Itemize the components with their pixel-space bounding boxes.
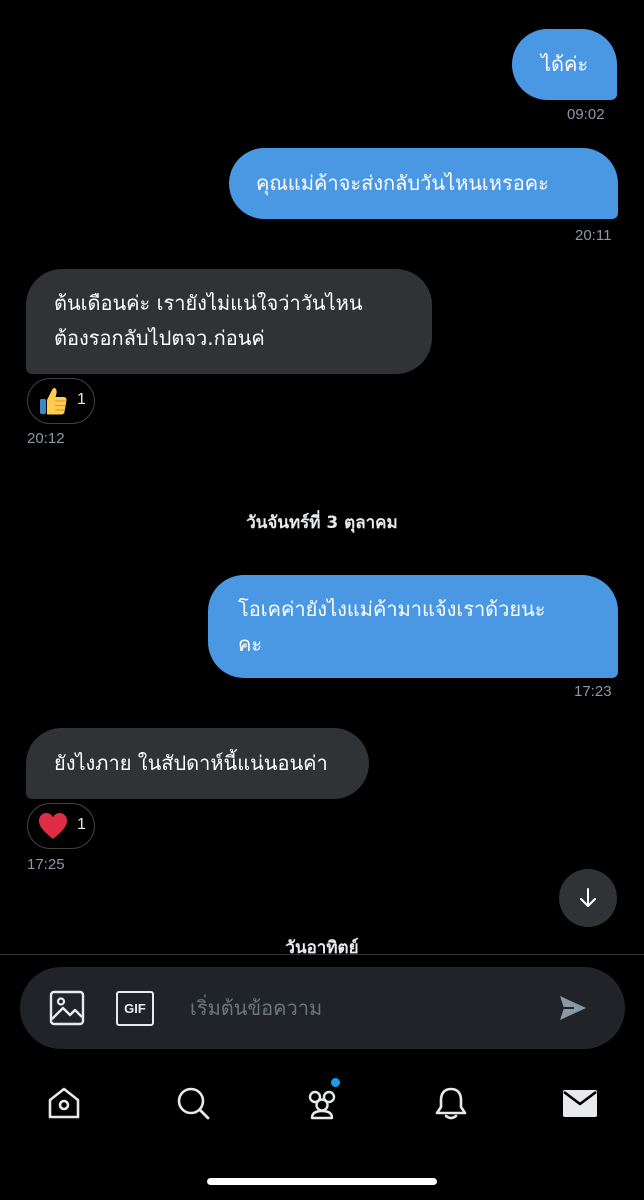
message-text-line: ต้องรอกลับไปตจว.ก่อนค่ xyxy=(54,326,265,350)
message-text-line: โอเคค่ายังไงแม่ค้ามาแจ้งเราด้วยนะ xyxy=(238,597,546,621)
mail-icon xyxy=(563,1090,597,1117)
tab-communities[interactable] xyxy=(297,1078,347,1128)
date-separator: วันจันทร์ที่ 3 ตุลาคม xyxy=(246,513,398,533)
send-icon[interactable] xyxy=(558,993,588,1023)
tab-home[interactable] xyxy=(39,1078,89,1128)
image-icon[interactable] xyxy=(49,990,85,1026)
message-timestamp: 20:12 xyxy=(27,430,65,447)
gif-label: GIF xyxy=(124,1001,146,1016)
home-indicator xyxy=(207,1178,437,1185)
message-reaction[interactable]: 1 xyxy=(27,803,95,849)
outgoing-message-bubble[interactable]: คุณแม่ค้าจะส่งกลับวันไหนเหรอคะ xyxy=(229,148,618,219)
outgoing-message-bubble[interactable]: ได้ค่ะ xyxy=(512,29,617,100)
scroll-to-bottom-button[interactable] xyxy=(559,869,617,927)
incoming-message-bubble[interactable]: ยังไงภาย ในสัปดาห์นี้แน่นอนค่า xyxy=(26,728,369,799)
reaction-count: 1 xyxy=(77,391,86,408)
heart-emoji-icon xyxy=(39,813,67,839)
message-timestamp: 17:23 xyxy=(574,683,612,700)
message-timestamp: 09:02 xyxy=(567,106,605,123)
outgoing-message-bubble[interactable]: โอเคค่ายังไงแม่ค้ามาแจ้งเราด้วยนะ คะ xyxy=(208,575,618,678)
message-timestamp: 17:25 xyxy=(27,856,65,873)
message-reaction[interactable]: 1 xyxy=(27,378,95,424)
date-separator: วันอาทิตย์ xyxy=(285,938,359,958)
reaction-count: 1 xyxy=(77,816,86,833)
gif-button[interactable]: GIF xyxy=(116,991,154,1026)
message-text: ได้ค่ะ xyxy=(541,52,589,76)
composer-divider xyxy=(0,954,644,955)
message-text: คุณแม่ค้าจะส่งกลับวันไหนเหรอคะ xyxy=(256,171,549,195)
tab-messages[interactable] xyxy=(555,1078,605,1128)
tab-search[interactable] xyxy=(168,1078,218,1128)
message-text-line: ต้นเดือนค่ะ เรายังไม่แน่ใจว่าวันไหน xyxy=(54,291,363,315)
home-icon xyxy=(48,1087,80,1119)
message-text: ยังไงภาย ในสัปดาห์นี้แน่นอนค่า xyxy=(54,751,328,775)
incoming-message-bubble[interactable]: ต้นเดือนค่ะ เรายังไม่แน่ใจว่าวันไหน ต้อง… xyxy=(26,269,432,374)
communities-icon xyxy=(308,1090,336,1120)
notification-dot xyxy=(331,1078,340,1087)
arrow-down-icon xyxy=(580,888,596,907)
tab-notifications[interactable] xyxy=(426,1078,476,1128)
bell-icon xyxy=(435,1087,467,1120)
message-composer: GIF เริ่มต้นข้อความ xyxy=(20,967,625,1049)
message-input[interactable]: เริ่มต้นข้อความ xyxy=(190,994,322,1022)
thumbs-up-emoji-icon xyxy=(40,387,67,415)
message-timestamp: 20:11 xyxy=(575,227,612,244)
search-icon xyxy=(177,1087,210,1120)
message-text-line: คะ xyxy=(238,632,263,656)
